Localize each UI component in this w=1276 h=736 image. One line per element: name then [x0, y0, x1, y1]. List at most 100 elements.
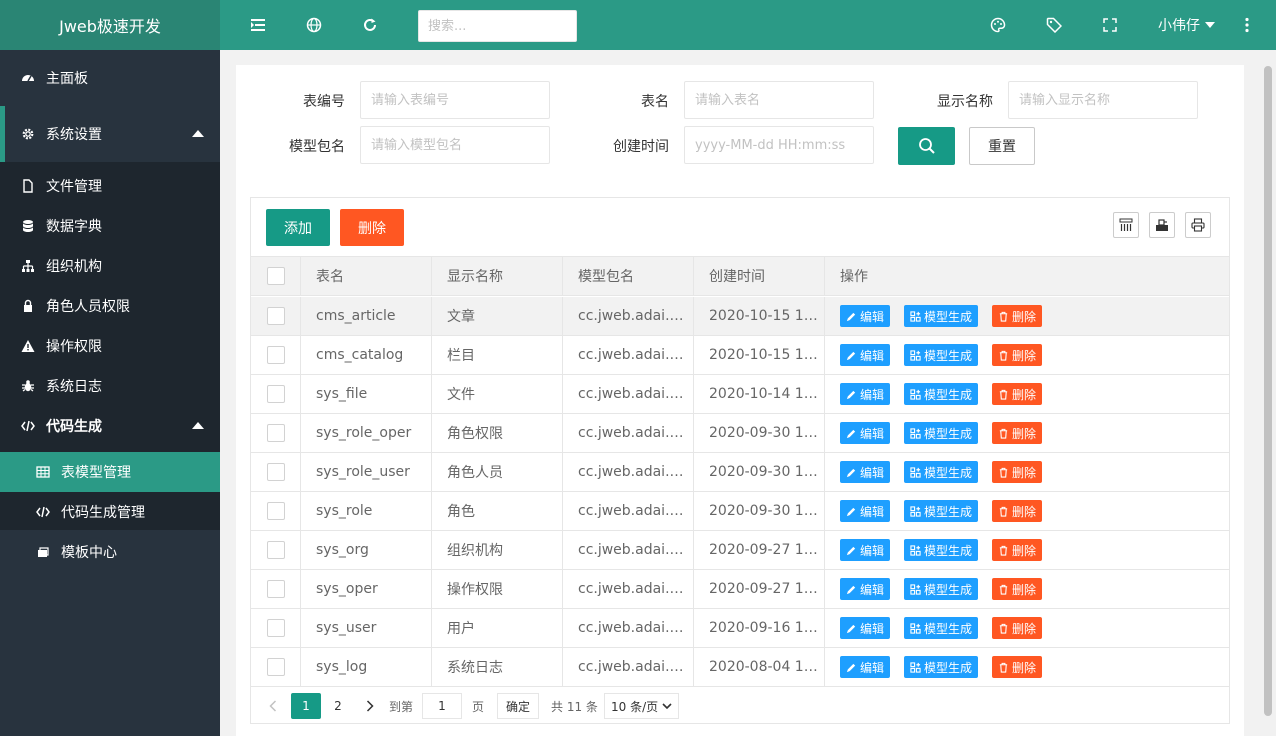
table-row[interactable]: sys_role_user 角色人员 cc.jweb.adai.… 2020-09-3…	[251, 453, 1229, 492]
sidebar-item-operation-permissions[interactable]: 操作权限	[0, 326, 220, 366]
tag-icon[interactable]	[1042, 13, 1066, 37]
table-id-input[interactable]	[360, 81, 550, 119]
edit-row-button[interactable]: 编辑	[840, 422, 891, 444]
delete-row-button[interactable]: 删除	[992, 578, 1043, 600]
search-input[interactable]	[418, 10, 577, 42]
delete-row-button[interactable]: 删除	[992, 383, 1043, 405]
edit-row-button[interactable]: 编辑	[840, 656, 891, 678]
sidebar-item-system-settings[interactable]: 系统设置	[0, 106, 220, 162]
edit-row-button[interactable]: 编辑	[840, 305, 891, 327]
prev-page-icon[interactable]	[266, 693, 280, 719]
table-row[interactable]: sys_log 系统日志 cc.jweb.adai.… 2020-08-04 1… 编辑…	[251, 648, 1229, 687]
sidebar-item-system-log[interactable]: 系统日志	[0, 366, 220, 406]
sidebar-item-template-center[interactable]: 模板中心	[0, 532, 220, 572]
table-row[interactable]: cms_catalog 栏目 cc.jweb.adai.… 2020-10-15 1……	[251, 336, 1229, 375]
table-row[interactable]: sys_role 角色 cc.jweb.adai.… 2020-09-30 1… 编辑模…	[251, 492, 1229, 531]
goto-page-input[interactable]	[422, 693, 462, 719]
next-page-icon[interactable]	[363, 693, 377, 719]
columns-icon[interactable]	[1113, 212, 1139, 238]
delete-button[interactable]: 删除	[340, 209, 404, 246]
column-header-created[interactable]: 创建时间	[694, 257, 825, 295]
table-row[interactable]: cms_article 文章 cc.jweb.adai.… 2020-10-15 1……	[251, 297, 1229, 336]
edit-row-button[interactable]: 编辑	[840, 383, 891, 405]
delete-row-button[interactable]: 删除	[992, 656, 1043, 678]
row-checkbox[interactable]	[266, 580, 285, 598]
sidebar-item-code-gen-management[interactable]: 代码生成管理	[0, 492, 220, 532]
more-vertical-icon[interactable]	[1240, 14, 1254, 36]
page-1-button[interactable]: 1	[291, 693, 321, 719]
generate-model-button[interactable]: 模型生成	[904, 305, 979, 327]
row-checkbox[interactable]	[266, 385, 285, 403]
generate-model-button[interactable]: 模型生成	[904, 422, 979, 444]
created-time-input[interactable]	[684, 126, 874, 164]
table-row[interactable]: sys_role_oper 角色权限 cc.jweb.adai.… 2020-09-3…	[251, 414, 1229, 453]
generate-model-button[interactable]: 模型生成	[904, 539, 979, 561]
row-checkbox[interactable]	[266, 346, 285, 364]
refresh-icon[interactable]	[358, 13, 382, 37]
cell-package: cc.jweb.adai.…	[563, 531, 694, 569]
edit-row-button[interactable]: 编辑	[840, 578, 891, 600]
delete-row-button[interactable]: 删除	[992, 305, 1043, 327]
row-checkbox[interactable]	[266, 307, 285, 325]
table-row[interactable]: sys_org 组织机构 cc.jweb.adai.… 2020-09-27 1… 编辑…	[251, 531, 1229, 570]
row-checkbox[interactable]	[266, 424, 285, 442]
edit-row-button[interactable]: 编辑	[840, 461, 891, 483]
reset-button[interactable]: 重置	[969, 127, 1035, 165]
column-header-table-name[interactable]: 表名	[301, 257, 432, 295]
generate-model-button[interactable]: 模型生成	[904, 656, 979, 678]
trash-icon	[998, 584, 1009, 595]
table-row[interactable]: sys_oper 操作权限 cc.jweb.adai.… 2020-09-27 1… 编…	[251, 570, 1229, 609]
search-button[interactable]	[898, 127, 955, 165]
edit-row-button[interactable]: 编辑	[840, 344, 891, 366]
delete-row-button[interactable]: 删除	[992, 344, 1043, 366]
app-logo[interactable]: Jweb极速开发	[0, 0, 220, 50]
page-scrollbar[interactable]	[1260, 50, 1276, 736]
sidebar-item-dashboard[interactable]: 主面板	[0, 58, 220, 98]
delete-row-button[interactable]: 删除	[992, 461, 1043, 483]
sidebar-item-role-permissions[interactable]: 角色人员权限	[0, 286, 220, 326]
sidebar-item-file-management[interactable]: 文件管理	[0, 166, 220, 206]
row-checkbox[interactable]	[266, 463, 285, 481]
generate-model-button[interactable]: 模型生成	[904, 344, 979, 366]
edit-row-button[interactable]: 编辑	[840, 617, 891, 639]
table-name-input[interactable]	[684, 81, 874, 119]
add-button[interactable]: 添加	[266, 209, 330, 246]
row-checkbox[interactable]	[266, 541, 285, 559]
display-name-input[interactable]	[1008, 81, 1198, 119]
package-input[interactable]	[360, 126, 550, 164]
page-size-select[interactable]: 10 条/页	[604, 693, 680, 719]
menu-toggle-icon[interactable]	[246, 13, 270, 37]
edit-row-button[interactable]: 编辑	[840, 539, 891, 561]
palette-icon[interactable]	[986, 13, 1010, 37]
page-2-button[interactable]: 2	[331, 693, 345, 719]
sidebar-item-code-generation[interactable]: 代码生成	[0, 406, 220, 446]
user-menu[interactable]: 小伟仔	[1158, 15, 1215, 35]
generate-model-button[interactable]: 模型生成	[904, 461, 979, 483]
goto-confirm-button[interactable]: 确定	[497, 693, 540, 719]
globe-icon[interactable]	[302, 13, 326, 37]
generate-model-button[interactable]: 模型生成	[904, 578, 979, 600]
row-checkbox[interactable]	[266, 502, 285, 520]
scrollbar-thumb[interactable]	[1264, 66, 1272, 716]
row-checkbox[interactable]	[266, 619, 285, 637]
generate-model-button[interactable]: 模型生成	[904, 500, 979, 522]
column-header-package[interactable]: 模型包名	[563, 257, 694, 295]
sidebar-item-organization[interactable]: 组织机构	[0, 246, 220, 286]
delete-row-button[interactable]: 删除	[992, 617, 1043, 639]
export-icon[interactable]	[1149, 212, 1175, 238]
delete-row-button[interactable]: 删除	[992, 500, 1043, 522]
sidebar-item-data-dictionary[interactable]: 数据字典	[0, 206, 220, 246]
row-checkbox[interactable]	[266, 658, 285, 676]
edit-row-button[interactable]: 编辑	[840, 500, 891, 522]
print-icon[interactable]	[1185, 212, 1211, 238]
table-row[interactable]: sys_user 用户 cc.jweb.adai.… 2020-09-16 1… 编辑模…	[251, 609, 1229, 648]
delete-row-button[interactable]: 删除	[992, 539, 1043, 561]
generate-model-button[interactable]: 模型生成	[904, 617, 979, 639]
sidebar-item-table-model-management[interactable]: 表模型管理	[0, 452, 220, 492]
table-row[interactable]: sys_file 文件 cc.jweb.adai.… 2020-10-14 1… 编辑模…	[251, 375, 1229, 414]
delete-row-button[interactable]: 删除	[992, 422, 1043, 444]
generate-model-button[interactable]: 模型生成	[904, 383, 979, 405]
column-header-display-name[interactable]: 显示名称	[432, 257, 563, 295]
select-all-checkbox[interactable]	[266, 267, 285, 285]
fullscreen-icon[interactable]	[1098, 13, 1122, 37]
